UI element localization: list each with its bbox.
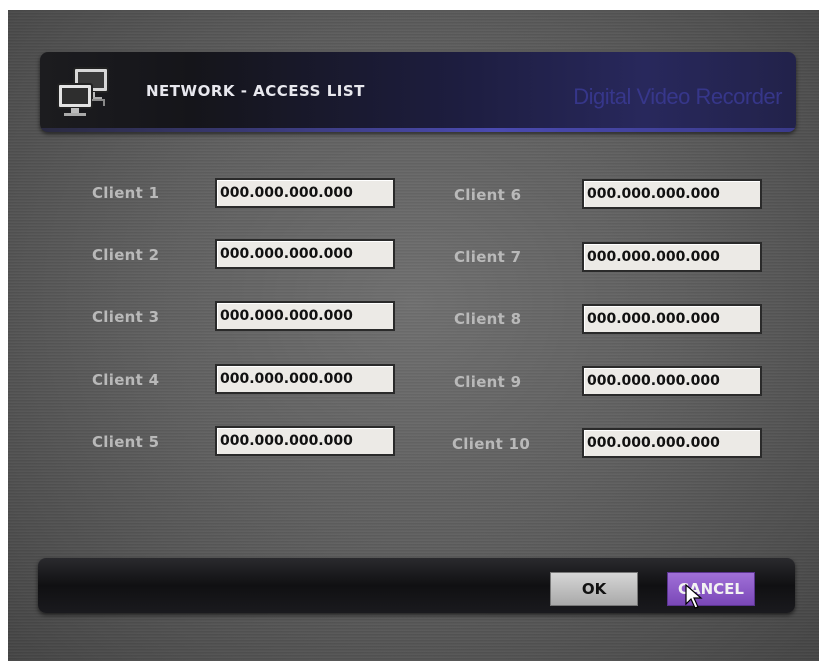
- client-5-label: Client 5: [92, 433, 160, 451]
- mouse-pointer-icon: [685, 584, 703, 609]
- client-1-label: Client 1: [92, 184, 160, 202]
- client-1-ip-field[interactable]: 000.000.000.000: [215, 178, 395, 208]
- client-6-label: Client 6: [454, 186, 522, 204]
- client-4-label: Client 4: [92, 371, 160, 389]
- header-bar: NETWORK - ACCESS LIST Digital Video Reco…: [40, 52, 796, 132]
- ok-button[interactable]: OK: [550, 572, 638, 606]
- client-3-label: Client 3: [92, 308, 160, 326]
- client-3-ip-field[interactable]: 000.000.000.000: [215, 301, 395, 331]
- client-4-ip-field[interactable]: 000.000.000.000: [215, 364, 395, 394]
- client-9-label: Client 9: [454, 373, 522, 391]
- client-10-ip-field[interactable]: 000.000.000.000: [582, 428, 762, 458]
- cancel-button[interactable]: CANCEL: [667, 572, 755, 606]
- brand-watermark: Digital Video Recorder: [573, 84, 782, 109]
- dvr-screen: NETWORK - ACCESS LIST Digital Video Reco…: [8, 10, 819, 661]
- client-8-label: Client 8: [454, 310, 522, 328]
- client-6-ip-field[interactable]: 000.000.000.000: [582, 179, 762, 209]
- client-7-label: Client 7: [454, 248, 522, 266]
- client-10-label: Client 10: [452, 435, 531, 453]
- client-9-ip-field[interactable]: 000.000.000.000: [582, 366, 762, 396]
- client-7-ip-field[interactable]: 000.000.000.000: [582, 242, 762, 272]
- client-5-ip-field[interactable]: 000.000.000.000: [215, 426, 395, 456]
- client-8-ip-field[interactable]: 000.000.000.000: [582, 304, 762, 334]
- page-title: NETWORK - ACCESS LIST: [146, 82, 365, 100]
- client-2-ip-field[interactable]: 000.000.000.000: [215, 239, 395, 269]
- client-2-label: Client 2: [92, 246, 160, 264]
- network-computers-icon: [57, 67, 109, 116]
